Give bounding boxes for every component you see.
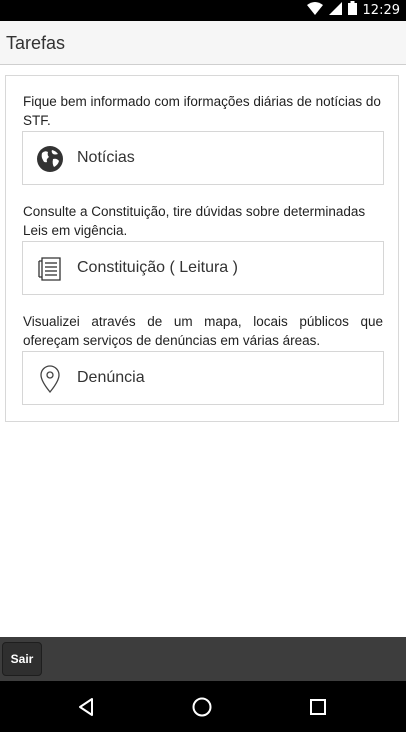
status-bar: 12:29	[0, 0, 406, 21]
wifi-icon	[306, 1, 323, 20]
constitution-description: Consulte a Constituição, tire dúvidas so…	[23, 204, 366, 238]
globe-icon	[35, 144, 65, 174]
document-list-icon	[35, 254, 65, 284]
signal-icon	[328, 1, 342, 20]
report-button[interactable]: Denúncia	[22, 351, 384, 405]
report-button-label: Denúncia	[77, 369, 145, 386]
battery-icon	[347, 1, 357, 20]
map-pin-icon	[35, 364, 65, 394]
navigation-bar	[0, 681, 406, 732]
news-button[interactable]: Notícias	[22, 131, 384, 185]
news-description: Fique bem informado com iformações diári…	[23, 94, 381, 128]
app-header: Tarefas	[0, 21, 406, 65]
back-icon[interactable]	[72, 693, 100, 721]
exit-button[interactable]: Sair	[2, 642, 42, 676]
status-time: 12:29	[362, 3, 400, 18]
constitution-button[interactable]: Constituição ( Leitura )	[22, 241, 384, 295]
constitution-button-label: Constituição ( Leitura )	[77, 259, 238, 276]
content-card: Fique bem informado com iformações diári…	[5, 75, 399, 422]
bottom-bar: Sair	[0, 637, 406, 681]
status-icons: 12:29	[306, 1, 400, 20]
page-title: Tarefas	[6, 33, 66, 53]
recents-icon[interactable]	[304, 693, 332, 721]
home-icon[interactable]	[188, 693, 216, 721]
report-description: Visualizei através de um mapa, locais pú…	[23, 314, 383, 348]
news-button-label: Notícias	[77, 149, 135, 166]
